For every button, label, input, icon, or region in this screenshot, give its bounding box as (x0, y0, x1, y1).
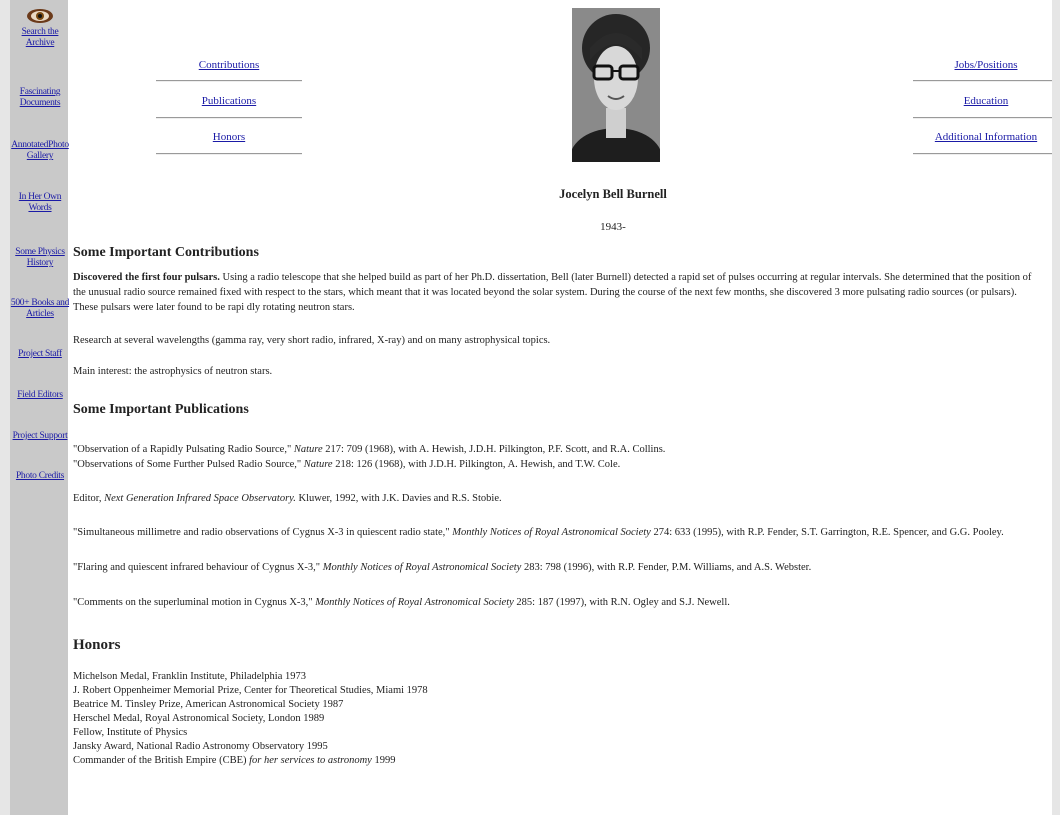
portrait-photo (572, 8, 660, 162)
sidebar-item-project-staff[interactable]: Project Staff (10, 349, 70, 360)
honor-item: Commander of the British Empire (CBE) fo… (73, 755, 396, 766)
publication-item: Editor, Next Generation Infrared Space O… (73, 493, 502, 504)
divider (913, 117, 1052, 119)
nav-link-publications[interactable]: Publications (156, 95, 302, 107)
person-years: 1943- (600, 221, 626, 233)
main-content: Contributions Publications Honors Jobs/P… (73, 0, 1052, 815)
sidebar-item-label: Some Physics (15, 247, 65, 257)
contributions-interest: Main interest: the astrophysics of neutr… (73, 366, 273, 377)
sidebar-item-label: Archive (25, 38, 55, 48)
honor-item: Beatrice M. Tinsley Prize, American Astr… (73, 699, 344, 710)
page: Search the Archive Fascinating Documents… (10, 0, 1052, 815)
sidebar-item-label: AnnotatedPhoto (11, 140, 69, 150)
person-name: Jocelyn Bell Burnell (559, 187, 667, 201)
sidebar-item-label: Project Staff (18, 349, 62, 359)
publication-item: "Comments on the superluminal motion in … (73, 597, 730, 608)
honor-item: Michelson Medal, Franklin Institute, Phi… (73, 671, 307, 682)
sidebar-item-label: Project Support (12, 431, 68, 441)
publication-item: "Simultaneous millimetre and radio obser… (73, 527, 1004, 538)
sidebar-item-search-archive[interactable]: Search the Archive (10, 27, 70, 49)
sidebar-item-label: Documents (19, 98, 61, 108)
nav-link-contributions[interactable]: Contributions (156, 59, 302, 71)
honor-item: Fellow, Institute of Physics (73, 727, 188, 738)
contribution-lead: Discovered the first four pulsars. (73, 272, 220, 283)
nav-link-education[interactable]: Education (913, 95, 1052, 107)
sidebar-item-fascinating-documents[interactable]: Fascinating Documents (10, 87, 70, 109)
honor-item: J. Robert Oppenheimer Memorial Prize, Ce… (73, 685, 428, 696)
contributions-heading: Some Important Contributions (73, 245, 259, 260)
sidebar-item-label: In Her Own (18, 192, 62, 202)
sidebar-item-label: Words (28, 203, 52, 213)
sidebar-item-physics-history[interactable]: Some Physics History (10, 247, 70, 269)
sidebar-item-label: Field Editors (17, 390, 63, 400)
sidebar-item-label: Fascinating (19, 87, 61, 97)
contributions-paragraph: Discovered the first four pulsars. Using… (73, 270, 1033, 315)
sidebar-item-label: History (26, 258, 54, 268)
publication-item: "Observation of a Rapidly Pulsating Radi… (73, 444, 666, 455)
sidebar-item-label: Search the (21, 27, 59, 37)
sidebar-item-label: Gallery (26, 151, 54, 161)
honor-item: Herschel Medal, Royal Astronomical Socie… (73, 713, 325, 724)
sidebar-item-books-articles[interactable]: 500+ Books and Articles (10, 298, 70, 320)
sidebar-item-photo-credits[interactable]: Photo Credits (10, 471, 70, 482)
divider (156, 80, 302, 82)
sidebar-item-label: 500+ Books and (10, 298, 70, 308)
sidebar-item-label: Articles (26, 309, 54, 319)
divider (156, 153, 302, 155)
nav-link-jobs-positions[interactable]: Jobs/Positions (913, 59, 1052, 71)
sidebar-item-field-editors[interactable]: Field Editors (10, 390, 70, 401)
honors-heading: Honors (73, 637, 121, 653)
contributions-research: Research at several wavelengths (gamma r… (73, 335, 551, 346)
publications-heading: Some Important Publications (73, 402, 249, 417)
nav-link-additional-information[interactable]: Additional Information (913, 131, 1052, 143)
publication-item: "Flaring and quiescent infrared behaviou… (73, 562, 812, 573)
honor-item: Jansky Award, National Radio Astronomy O… (73, 741, 328, 752)
sidebar-item-project-support[interactable]: Project Support (10, 431, 70, 442)
sidebar-item-photo-gallery[interactable]: AnnotatedPhoto Gallery (10, 140, 70, 162)
eye-icon[interactable] (26, 8, 54, 24)
nav-link-honors[interactable]: Honors (156, 131, 302, 143)
sidebar: Search the Archive Fascinating Documents… (10, 0, 70, 815)
publication-item: "Observations of Some Further Pulsed Rad… (73, 459, 621, 470)
divider (156, 117, 302, 119)
sidebar-item-label: Photo Credits (15, 471, 65, 481)
sidebar-item-in-her-own-words[interactable]: In Her Own Words (10, 192, 70, 214)
divider (913, 153, 1052, 155)
divider (913, 80, 1052, 82)
